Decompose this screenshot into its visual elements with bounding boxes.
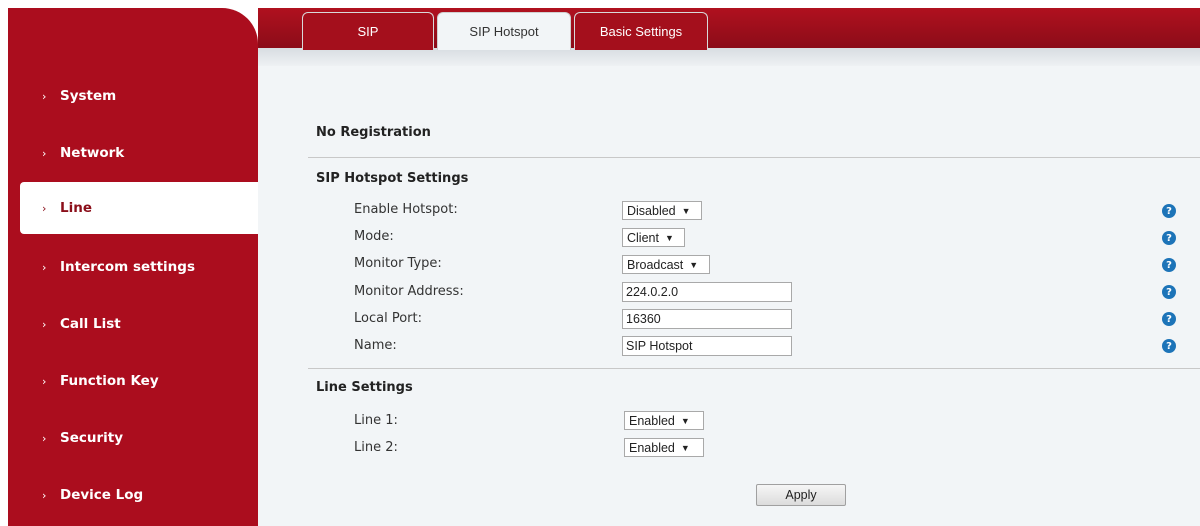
monitor-type-label: Monitor Type:: [354, 256, 442, 271]
sidebar-item-label: Line: [60, 200, 92, 216]
chevron-right-icon: ›: [42, 317, 47, 331]
chevron-right-icon: ›: [42, 89, 47, 103]
divider: [308, 157, 1200, 158]
divider: [308, 368, 1200, 369]
sidebar-item-label: Network: [60, 145, 125, 161]
sidebar-item-label: System: [60, 88, 117, 104]
sidebar-item-intercom-settings[interactable]: › Intercom settings: [8, 241, 252, 293]
dropdown-arrow-icon: ▼: [680, 442, 690, 453]
sidebar-item-label: Call List: [60, 316, 121, 332]
local-port-label: Local Port:: [354, 311, 422, 326]
select-value: Client: [627, 230, 659, 245]
line-1-label: Line 1:: [354, 413, 398, 428]
header-shadow: [258, 48, 1200, 66]
sidebar-item-security[interactable]: › Security: [8, 412, 252, 464]
tab-label: SIP Hotspot: [469, 24, 539, 39]
line-2-label: Line 2:: [354, 440, 398, 455]
chevron-right-icon: ›: [42, 260, 47, 274]
sidebar-item-label: Function Key: [60, 373, 159, 389]
name-label: Name:: [354, 338, 397, 353]
select-value: Broadcast: [627, 257, 684, 272]
chevron-right-icon: ›: [42, 431, 47, 445]
tab-label: Basic Settings: [599, 24, 683, 39]
monitor-address-input[interactable]: [622, 282, 792, 302]
sidebar-item-line[interactable]: › Line: [20, 182, 264, 234]
line-1-select[interactable]: Enabled ▼: [624, 411, 704, 430]
tab-sip[interactable]: SIP: [302, 12, 434, 50]
help-icon[interactable]: ?: [1162, 231, 1176, 245]
local-port-input[interactable]: [622, 309, 792, 329]
dropdown-arrow-icon: ▼: [664, 232, 674, 243]
sidebar-item-device-log[interactable]: › Device Log: [8, 469, 252, 521]
sidebar-item-function-key[interactable]: › Function Key: [8, 355, 252, 407]
dropdown-arrow-icon: ▼: [689, 259, 699, 270]
help-icon[interactable]: ?: [1162, 204, 1176, 218]
sidebar-item-label: Security: [60, 430, 124, 446]
chevron-right-icon: ›: [42, 374, 47, 388]
registration-status: No Registration: [316, 125, 431, 140]
help-icon[interactable]: ?: [1162, 285, 1176, 299]
dropdown-arrow-icon: ▼: [681, 205, 691, 216]
monitor-type-select[interactable]: Broadcast ▼: [622, 255, 710, 274]
sidebar-item-network[interactable]: › Network: [8, 127, 252, 179]
section-title-line-settings: Line Settings: [316, 380, 413, 395]
help-icon[interactable]: ?: [1162, 339, 1176, 353]
select-value: Enabled: [629, 413, 675, 428]
select-value: Disabled: [627, 203, 676, 218]
dropdown-arrow-icon: ▼: [680, 415, 690, 426]
sidebar-item-label: Device Log: [60, 487, 144, 503]
sidebar-nav: › System › Network › Line › Intercom set…: [8, 8, 264, 526]
tab-sip-hotspot[interactable]: SIP Hotspot: [437, 12, 571, 50]
section-title-sip-hotspot: SIP Hotspot Settings: [316, 171, 469, 186]
tab-label: SIP: [357, 24, 379, 39]
sidebar-item-system[interactable]: › System: [8, 70, 252, 122]
mode-select[interactable]: Client ▼: [622, 228, 685, 247]
help-icon[interactable]: ?: [1162, 312, 1176, 326]
chevron-right-icon: ›: [42, 146, 47, 160]
monitor-address-label: Monitor Address:: [354, 284, 464, 299]
chevron-right-icon: ›: [42, 488, 47, 502]
select-value: Enabled: [629, 440, 675, 455]
apply-button[interactable]: Apply: [756, 484, 846, 506]
enable-hotspot-label: Enable Hotspot:: [354, 202, 458, 217]
mode-label: Mode:: [354, 229, 394, 244]
tab-basic-settings[interactable]: Basic Settings: [574, 12, 708, 50]
name-input[interactable]: [622, 336, 792, 356]
sidebar-item-label: Intercom settings: [60, 259, 195, 275]
line-2-select[interactable]: Enabled ▼: [624, 438, 704, 457]
enable-hotspot-select[interactable]: Disabled ▼: [622, 201, 702, 220]
help-icon[interactable]: ?: [1162, 258, 1176, 272]
sidebar-item-call-list[interactable]: › Call List: [8, 298, 252, 350]
chevron-right-icon: ›: [42, 201, 47, 215]
